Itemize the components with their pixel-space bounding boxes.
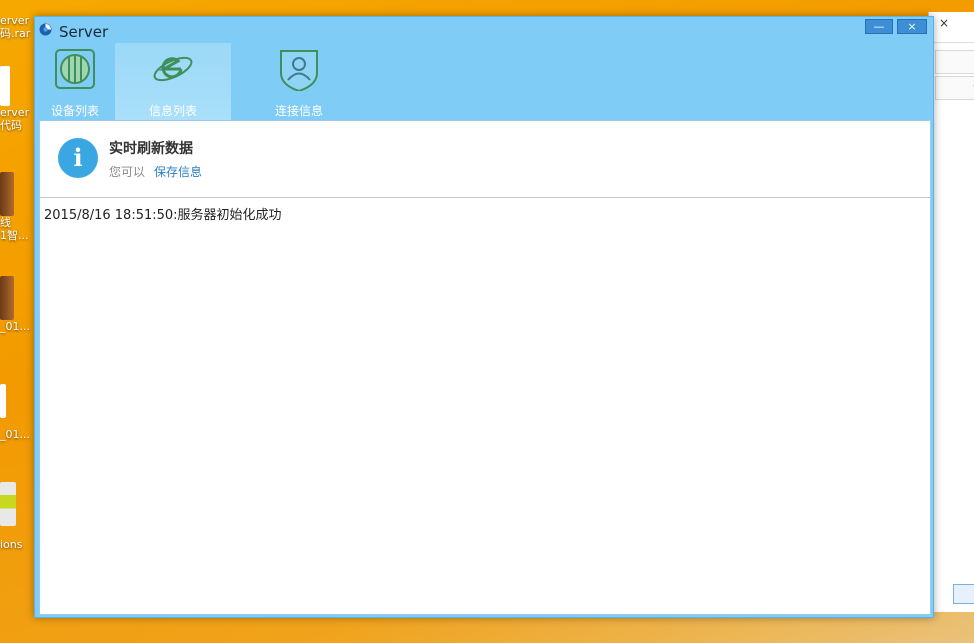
background-window: × ^ <box>928 12 974 612</box>
info-list-icon <box>153 56 193 82</box>
desktop-icon-2[interactable]: erver 代码 <box>0 66 32 132</box>
toolbar: 设备列表 信息列表 连接信息 <box>35 43 933 120</box>
desktop-icon-1-label-2: 码.rar <box>0 27 31 40</box>
content-area: i 实时刷新数据 您可以 保存信息 2015/8/16 18:51:50:服务器… <box>39 120 931 615</box>
desktop-icon-3-label-2: 1智... <box>0 229 29 242</box>
info-panel: i 实时刷新数据 您可以 保存信息 <box>40 121 930 198</box>
desktop-icon-2-label-2: 代码 <box>0 119 22 132</box>
file-icon <box>0 384 6 418</box>
title-bar[interactable]: Server — × <box>35 17 933 43</box>
tab-info-list[interactable]: 信息列表 <box>115 43 231 120</box>
desktop-icon-3[interactable]: 线 1智... <box>0 172 32 242</box>
desktop-icon-6-label: ions <box>0 538 23 551</box>
tab-device-list-label: 设备列表 <box>50 104 99 118</box>
desktop-icon-2-label: erver <box>0 106 30 119</box>
device-list-icon <box>55 49 95 89</box>
tab-connection-info-label: 连接信息 <box>274 104 323 118</box>
tab-device-list[interactable]: 设备列表 <box>35 43 115 120</box>
desktop-icon-1[interactable]: erver 码.rar <box>0 14 32 40</box>
connection-info-icon <box>280 50 318 91</box>
background-window-close-icon[interactable]: × <box>939 16 949 30</box>
tab-info-list-label: 信息列表 <box>148 104 197 118</box>
desktop-icon-5-label: _01... <box>0 428 30 441</box>
close-button[interactable]: × <box>897 19 927 34</box>
log-list[interactable]: 2015/8/16 18:51:50:服务器初始化成功 <box>40 198 930 614</box>
desktop-icon-6[interactable]: ions <box>0 482 32 551</box>
desktop-icon-4-label: _01... <box>0 320 30 333</box>
app-icon <box>39 23 52 36</box>
server-window: Server — × 设备列表 信息列表 连接信息 i 实时刷新数据 您可以 保… <box>34 16 934 618</box>
log-line: 2015/8/16 18:51:50:服务器初始化成功 <box>44 208 282 223</box>
desktop-icon-5[interactable]: _01... <box>0 380 32 441</box>
info-title: 实时刷新数据 <box>109 141 193 157</box>
file-icon <box>0 66 10 106</box>
minimize-button[interactable]: — <box>865 19 893 34</box>
archive-icon <box>0 276 14 320</box>
app-logo-icon <box>0 482 16 526</box>
tab-connection-info[interactable]: 连接信息 <box>261 43 337 120</box>
background-window-titlebar: × <box>929 12 974 43</box>
save-info-link[interactable]: 保存信息 <box>154 163 202 180</box>
details-view-icon[interactable] <box>953 584 974 604</box>
archive-icon <box>0 172 14 216</box>
background-window-search-bar[interactable]: ^ <box>935 76 974 100</box>
info-subtitle: 您可以 <box>109 165 146 179</box>
desktop-icon-4[interactable]: _01... <box>0 276 32 333</box>
info-icon: i <box>58 138 98 178</box>
desktop-icon-3-label: 线 <box>0 216 11 229</box>
desktop-icon-1-label: erver <box>0 14 30 27</box>
background-window-address-bar[interactable] <box>935 50 974 74</box>
window-title: Server <box>59 23 109 41</box>
